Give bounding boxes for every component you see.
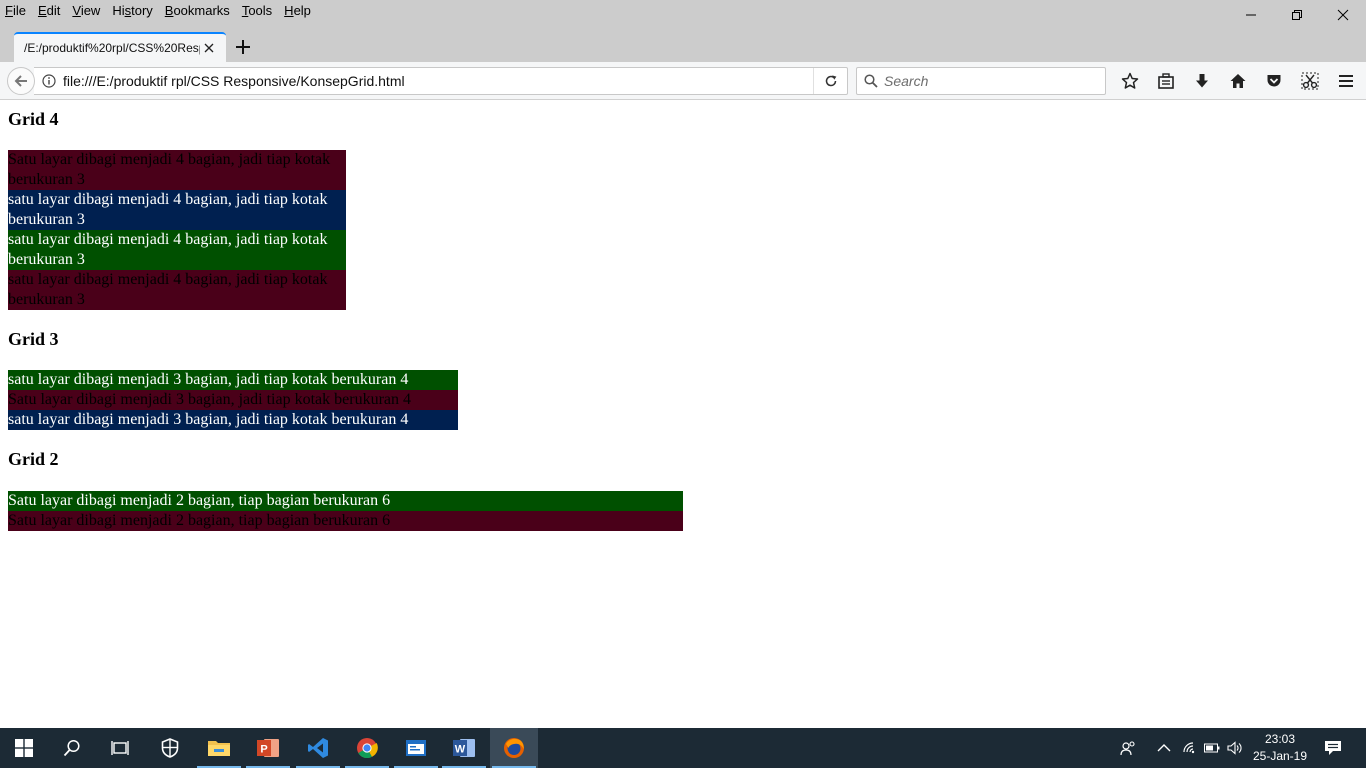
open-menu-button[interactable] (1328, 67, 1364, 95)
search-input[interactable] (884, 73, 1084, 89)
grid2-heading: Grid 2 (8, 449, 59, 469)
taskbar-search-button[interactable] (48, 728, 96, 768)
network-button[interactable] (1180, 728, 1200, 768)
bookmark-star-button[interactable] (1112, 67, 1148, 95)
svg-text:W: W (455, 744, 466, 756)
clock-date: 25-Jan-19 (1252, 749, 1308, 763)
home-button[interactable] (1220, 67, 1256, 95)
people-icon (1120, 741, 1135, 756)
people-button[interactable] (1114, 728, 1142, 768)
bookmarks-menu-button[interactable] (1148, 67, 1184, 95)
action-center-button[interactable] (1318, 728, 1348, 768)
download-arrow-icon (1196, 74, 1208, 88)
close-icon (1337, 9, 1349, 21)
volume-button[interactable] (1224, 728, 1246, 768)
search-icon (864, 74, 878, 88)
menu-view[interactable]: View (66, 0, 106, 22)
tab-title: /E:/produktif%20rpl/CSS%20Responsive/Kon… (24, 41, 200, 55)
url-text: file:///E:/produktif rpl/CSS Responsive/… (63, 73, 405, 89)
restore-icon (1292, 10, 1302, 20)
grid4-box-1: Satu layar dibagi menjadi 4 bagian, jadi… (8, 150, 346, 190)
tab-close-button[interactable] (200, 39, 218, 57)
tab-konsepgrid[interactable]: /E:/produktif%20rpl/CSS%20Responsive/Kon… (14, 32, 226, 62)
taskbar-app-powerpoint[interactable]: P (244, 728, 292, 768)
menu-history[interactable]: History (106, 0, 158, 22)
toolbar-icons (1112, 67, 1364, 95)
taskbar-app-chrome[interactable] (343, 728, 391, 768)
folder-icon (208, 741, 230, 756)
minimize-icon (1246, 14, 1256, 16)
screenshot-button[interactable] (1292, 67, 1328, 95)
library-icon (1158, 73, 1174, 89)
pocket-icon (1267, 75, 1281, 87)
taskbar-app-vscode[interactable] (294, 728, 342, 768)
menu-file[interactable]: File (0, 0, 32, 22)
grid3-box-2: Satu layar dibagi menjadi 3 bagian, jadi… (8, 390, 458, 410)
start-button[interactable] (0, 728, 48, 768)
grid2-box-1: Satu layar dibagi menjadi 2 bagian, tiap… (8, 491, 683, 511)
grid3-box-1: satu layar dibagi menjadi 3 bagian, jadi… (8, 370, 458, 390)
battery-button[interactable] (1202, 728, 1222, 768)
hamburger-menu-icon (1339, 75, 1353, 87)
taskbar-app-file-explorer[interactable] (195, 728, 243, 768)
navigation-toolbar: file:///E:/produktif rpl/CSS Responsive/… (0, 62, 1366, 100)
downloads-button[interactable] (1184, 67, 1220, 95)
chrome-icon (357, 738, 378, 759)
taskbar: P W 23:03 25-Jan-19 (0, 728, 1366, 768)
url-bar[interactable]: file:///E:/produktif rpl/CSS Responsive/… (34, 67, 848, 95)
grid4-box-2: satu layar dibagi menjadi 4 bagian, jadi… (8, 190, 346, 230)
task-view-button[interactable] (96, 728, 144, 768)
chevron-up-icon (1157, 744, 1171, 752)
info-icon[interactable] (42, 74, 56, 88)
search-icon (63, 739, 80, 757)
close-icon (204, 43, 214, 53)
search-bar[interactable] (856, 67, 1106, 95)
plus-icon (236, 40, 250, 54)
grid2-box-2: Satu layar dibagi menjadi 2 bagian, tiap… (8, 511, 683, 531)
back-button[interactable] (7, 67, 35, 95)
taskbar-app-window[interactable] (392, 728, 440, 768)
menu-help[interactable]: Help (278, 0, 317, 22)
grid3-heading: Grid 3 (8, 329, 59, 349)
speaker-icon (1227, 741, 1242, 755)
windows-logo-icon (15, 739, 33, 757)
battery-icon (1204, 743, 1220, 753)
vscode-icon (308, 738, 328, 758)
system-clock[interactable]: 23:03 25-Jan-19 (1248, 731, 1312, 765)
powerpoint-icon: P (257, 739, 279, 757)
reload-icon (825, 75, 836, 87)
notification-icon (1325, 741, 1341, 755)
tab-strip: /E:/produktif%20rpl/CSS%20Responsive/Kon… (0, 22, 1366, 62)
firefox-icon (504, 738, 524, 758)
reload-button[interactable] (813, 68, 847, 94)
pocket-button[interactable] (1256, 67, 1292, 95)
page-content: Grid 4 Satu layar dibagi menjadi 4 bagia… (0, 100, 1366, 728)
star-icon (1121, 72, 1139, 89)
clock-time: 23:03 (1264, 732, 1296, 746)
task-view-icon (111, 741, 129, 755)
home-icon (1230, 74, 1246, 88)
taskbar-app-defender[interactable] (146, 728, 194, 768)
wifi-icon (1183, 742, 1195, 754)
grid4-heading: Grid 4 (8, 109, 59, 129)
shield-icon (161, 738, 179, 758)
taskbar-app-word[interactable]: W (440, 728, 488, 768)
menu-edit[interactable]: Edit (32, 0, 66, 22)
app-window-icon (406, 740, 426, 756)
grid4-box-3: satu layar dibagi menjadi 4 bagian, jadi… (8, 230, 346, 270)
taskbar-app-firefox[interactable] (490, 728, 538, 768)
menu-tools[interactable]: Tools (236, 0, 278, 22)
scissors-icon (1301, 72, 1319, 90)
new-tab-button[interactable] (232, 36, 254, 58)
menu-bookmarks[interactable]: Bookmarks (159, 0, 236, 22)
menu-bar: File Edit View History Bookmarks Tools H… (0, 0, 1366, 22)
svg-text:P: P (260, 744, 267, 756)
show-hidden-icons-button[interactable] (1152, 728, 1176, 768)
grid3-box-3: satu layar dibagi menjadi 3 bagian, jadi… (8, 410, 458, 430)
grid4-box-4: satu layar dibagi menjadi 4 bagian, jadi… (8, 270, 346, 310)
arrow-left-icon (14, 75, 27, 87)
word-icon: W (453, 739, 475, 757)
